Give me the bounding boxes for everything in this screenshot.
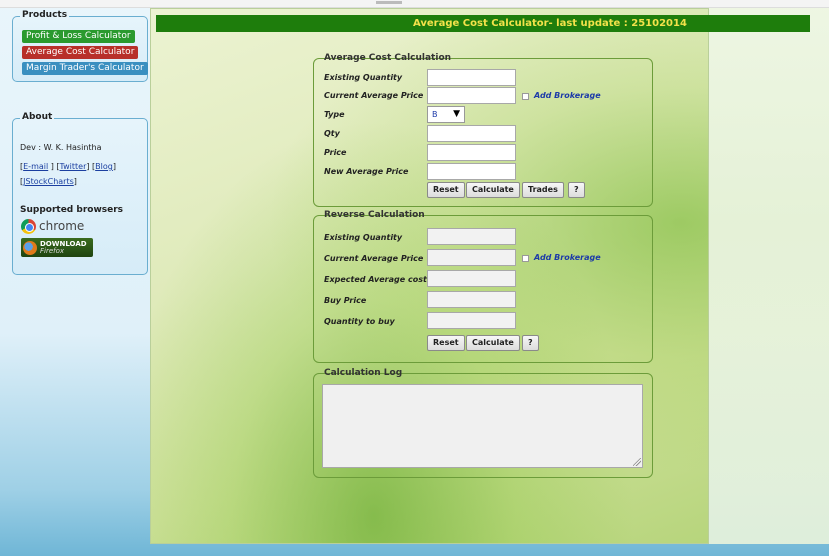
about-panel: About Dev : W. K. Hasintha [E-mail ] [Tw…	[12, 112, 148, 275]
type-select-value: B	[432, 110, 438, 119]
price-input[interactable]	[427, 144, 516, 161]
calculation-log-fieldset: Calculation Log	[313, 368, 653, 478]
reverse-calculation-legend: Reverse Calculation	[322, 210, 427, 220]
reverse-add-brokerage-checkbox[interactable]	[522, 255, 529, 262]
supported-browsers-label: Supported browsers	[20, 205, 124, 215]
profit-loss-calculator-link[interactable]: Profit & Loss Calculator	[22, 30, 135, 43]
reverse-calculate-button[interactable]: Calculate	[466, 335, 520, 351]
calculate-button[interactable]: Calculate	[466, 182, 520, 198]
page-title: Average Cost Calculator- last update : 2…	[156, 15, 810, 32]
reverse-help-button[interactable]: ?	[522, 335, 539, 351]
expected-average-cost-input[interactable]	[427, 270, 516, 287]
reverse-calculation-fieldset: Reverse Calculation Existing Quantity Cu…	[313, 210, 653, 363]
chevron-down-icon: ▼	[453, 109, 460, 119]
about-legend: About	[20, 112, 55, 122]
expected-average-cost-label: Expected Average cost	[324, 275, 427, 284]
blog-link[interactable]: Blog	[95, 162, 113, 171]
buy-price-label: Buy Price	[324, 296, 367, 305]
new-average-price-label: New Average Price	[324, 167, 409, 176]
average-cost-legend: Average Cost Calculation	[322, 53, 454, 63]
new-average-price-output[interactable]	[427, 163, 516, 180]
firefox-logo-icon	[23, 240, 37, 255]
products-legend: Products	[20, 10, 70, 20]
qty-label: Qty	[324, 129, 340, 138]
reverse-current-average-price-label: Current Average Price	[324, 254, 424, 263]
reverse-add-brokerage-label: Add Brokerage	[534, 253, 601, 262]
current-average-price-label: Current Average Price	[324, 91, 424, 100]
quantity-to-buy-output[interactable]	[427, 312, 516, 329]
twitter-link[interactable]: Twitter	[60, 162, 87, 171]
top-bar-mark	[376, 1, 402, 4]
quantity-to-buy-label: Quantity to buy	[324, 317, 395, 326]
average-cost-calculator-link[interactable]: Average Cost Calculator	[22, 46, 139, 59]
reverse-reset-button[interactable]: Reset	[427, 335, 465, 351]
add-brokerage-label: Add Brokerage	[534, 91, 601, 100]
chrome-logo-icon	[21, 218, 36, 234]
email-link[interactable]: E-mail	[23, 162, 48, 171]
add-brokerage-checkbox[interactable]	[522, 93, 529, 100]
current-average-price-input[interactable]	[427, 87, 516, 104]
resize-grip-icon[interactable]	[633, 458, 641, 466]
reverse-existing-quantity-label: Existing Quantity	[324, 233, 403, 242]
price-label: Price	[324, 148, 347, 157]
calculation-log-legend: Calculation Log	[322, 368, 405, 378]
average-cost-fieldset: Average Cost Calculation Existing Quanti…	[313, 53, 653, 207]
buy-price-input[interactable]	[427, 291, 516, 308]
reverse-current-average-price-input[interactable]	[427, 249, 516, 266]
products-panel: Products Profit & Loss Calculator Averag…	[12, 10, 148, 82]
firefox-badge-text: DOWNLOAD Firefox	[40, 240, 87, 255]
firefox-badge-line2: Firefox	[40, 246, 65, 255]
reset-button[interactable]: Reset	[427, 182, 465, 198]
browser-top-bar	[0, 0, 829, 8]
chrome-badge[interactable]: chrome	[21, 217, 89, 235]
trades-button[interactable]: Trades	[522, 182, 564, 198]
right-background-strip	[709, 8, 829, 544]
calculation-log-textarea[interactable]	[322, 384, 643, 468]
about-links: [E-mail ] [Twitter] [Blog] [JStockCharts…	[20, 162, 116, 186]
chrome-label: chrome	[39, 219, 85, 233]
reverse-existing-quantity-input[interactable]	[427, 228, 516, 245]
margin-trader-calculator-link[interactable]: Margin Trader's Calculator	[22, 62, 148, 75]
existing-quantity-label: Existing Quantity	[324, 73, 403, 82]
developer-name: Dev : W. K. Hasintha	[20, 143, 102, 152]
help-button[interactable]: ?	[568, 182, 585, 198]
jstockcharts-link[interactable]: JStockCharts	[23, 177, 74, 186]
type-select[interactable]: B ▼	[427, 106, 465, 123]
existing-quantity-input[interactable]	[427, 69, 516, 86]
qty-input[interactable]	[427, 125, 516, 142]
type-label: Type	[324, 110, 345, 119]
firefox-download-badge[interactable]: DOWNLOAD Firefox	[21, 238, 93, 257]
